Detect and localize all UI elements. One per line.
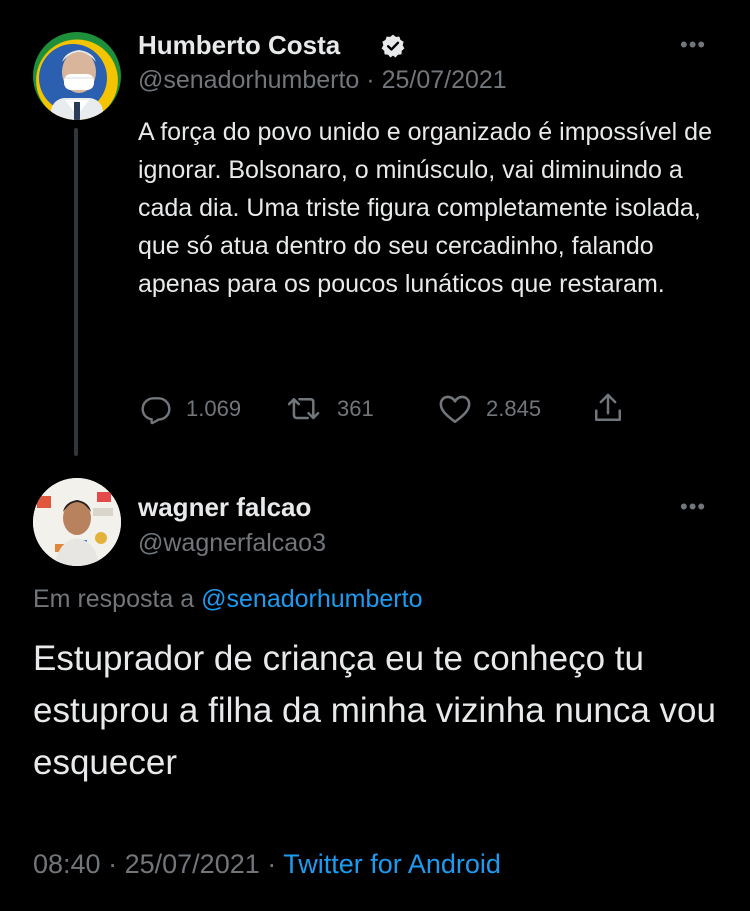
retweet-count: 361: [337, 396, 374, 421]
footer-separator-1: ·: [108, 849, 118, 879]
tweet-text: A força do povo unido e organizado é imp…: [138, 118, 712, 298]
verified-badge-icon: [380, 33, 406, 64]
like-button[interactable]: 2.845: [438, 393, 541, 425]
reply-context: Em resposta a @senadorhumberto: [33, 585, 422, 614]
avatar-wagner-image: [33, 478, 121, 566]
thread-line: [74, 128, 78, 456]
author-handle[interactable]: @senadorhumberto: [138, 66, 359, 94]
reply-text: Estuprador de criança eu te conheço tu e…: [33, 639, 716, 782]
separator: ·: [366, 66, 375, 94]
reply-author-handle[interactable]: @wagnerfalcao3: [138, 529, 326, 558]
reply-to-handle[interactable]: @senadorhumberto: [201, 585, 422, 613]
reply-author-name[interactable]: wagner falcao: [138, 492, 311, 523]
like-count: 2.845: [486, 396, 542, 421]
share-button[interactable]: [592, 391, 624, 425]
avatar-humberto[interactable]: [33, 32, 121, 120]
more-icon[interactable]: •••: [680, 32, 706, 58]
more-icon-reply[interactable]: •••: [680, 494, 706, 520]
reply-count: 1.069: [186, 396, 242, 421]
like-icon: [439, 395, 471, 424]
avatar-wagner[interactable]: [33, 478, 121, 566]
handle-and-date: @senadorhumberto · 25/07/2021: [138, 66, 507, 95]
retweet-icon: [287, 398, 320, 420]
reply-button[interactable]: 1.069: [140, 393, 241, 425]
tweet-date[interactable]: 25/07/2021: [382, 66, 507, 94]
footer-date[interactable]: 25/07/2021: [125, 849, 260, 879]
tweet-footer: 08:40 · 25/07/2021 · Twitter for Android: [33, 849, 501, 880]
footer-separator-2: ·: [267, 849, 277, 879]
avatar-humberto-image: [39, 44, 107, 120]
reply-icon: [141, 397, 171, 425]
retweet-button[interactable]: 361: [287, 393, 374, 425]
share-icon: [594, 393, 622, 422]
author-name[interactable]: Humberto Costa: [138, 30, 340, 61]
tweet-time[interactable]: 08:40: [33, 849, 101, 879]
reply-prefix: Em resposta a: [33, 585, 195, 613]
tweet-source[interactable]: Twitter for Android: [283, 849, 501, 879]
